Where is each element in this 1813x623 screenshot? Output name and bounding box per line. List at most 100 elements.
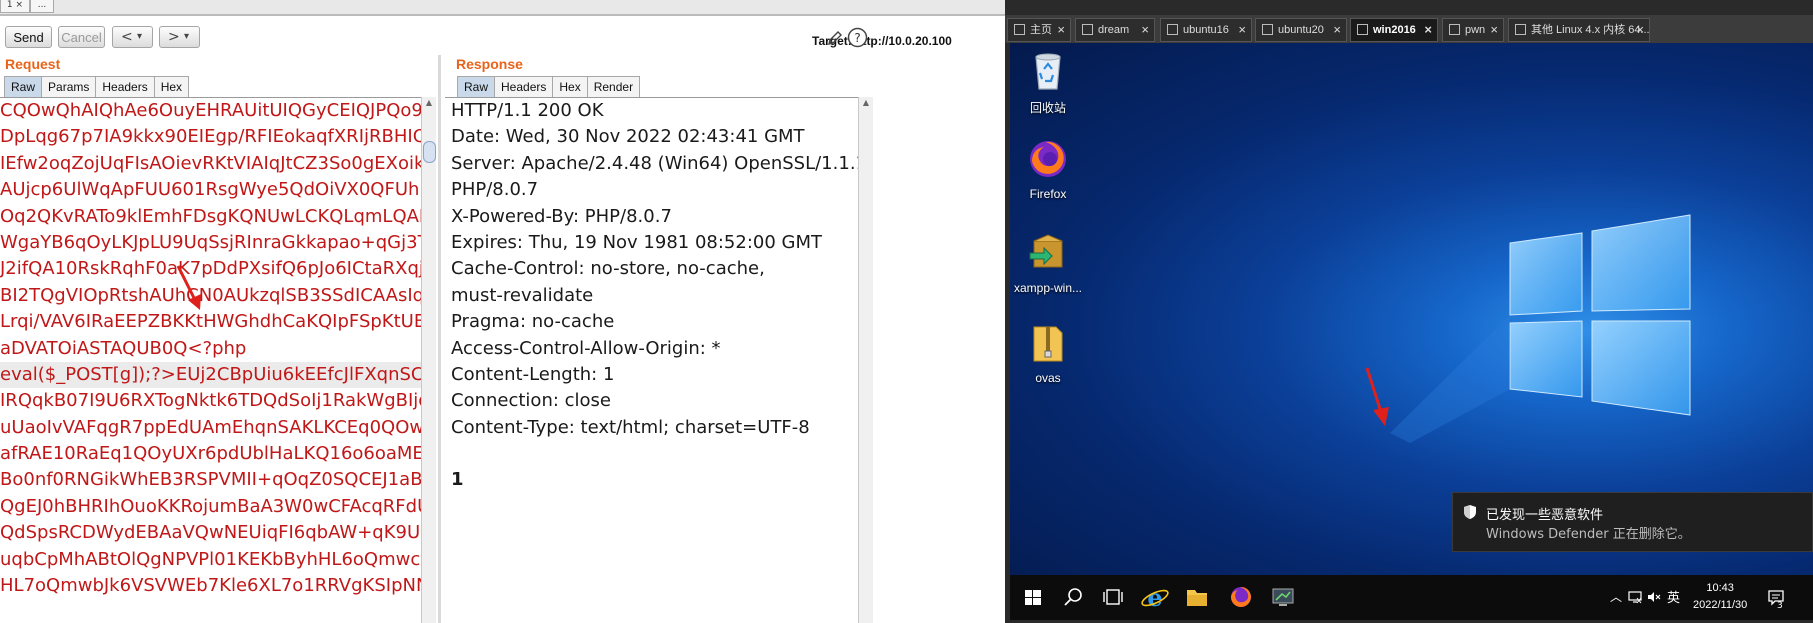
- response-line: 1: [451, 469, 464, 491]
- defender-notification[interactable]: 已发现一些恶意软件 Windows Defender 正在删除它。: [1452, 492, 1813, 552]
- request-line: QgEJ0hBHRIhOuoKKRojumBaA3W0wCFAcqRFdU60: [0, 495, 421, 517]
- internet-explorer-icon[interactable]: e: [1132, 575, 1178, 620]
- vm-window: 主页 × dream × ubuntu16 × ubuntu20 × win2016 × pwn × 其…: [1005, 0, 1813, 623]
- repeater-tab-1[interactable]: 1 ×: [0, 0, 30, 13]
- desktop-icon-firefox[interactable]: Firefox: [1010, 137, 1088, 201]
- send-button[interactable]: Send: [5, 26, 52, 48]
- windows-logo-wallpaper-icon: [1390, 214, 1691, 443]
- desktop-icon-recycle-bin[interactable]: 回收站: [1010, 49, 1088, 116]
- response-line: Connection: close: [451, 390, 611, 412]
- response-line: [445, 441, 858, 467]
- request-line: BI2TQgVIOpRtshAUhCN0AUkzqlSB3SSdICAAsIq+…: [0, 284, 421, 306]
- request-line: CQOwQhAIQhAe6OuyEHRAUitUIQGyCEIQJPQo9Ek: [0, 100, 421, 121]
- response-tab-raw[interactable]: Raw: [457, 76, 496, 97]
- vm-tab[interactable]: win2016 ×: [1350, 18, 1438, 42]
- request-line: IRQqkB07I9U6RXTogNktk6TDQdSoIj1RakWgBIjq…: [0, 390, 421, 412]
- request-line: uqbCpMhABtOlQgNPVPl01KEKbByhHL6oQmwcvd: [0, 548, 421, 570]
- response-tab-render[interactable]: Render: [586, 76, 641, 97]
- repeater-tab-more[interactable]: ...: [30, 0, 54, 13]
- clock[interactable]: 10:43 2022/11/30: [1693, 580, 1747, 614]
- vm-tab[interactable]: ubuntu20 ×: [1255, 18, 1347, 42]
- vm-tab-label: win2016: [1373, 24, 1416, 36]
- request-tab-params[interactable]: Params: [41, 76, 97, 97]
- network-icon[interactable]: [1627, 589, 1643, 605]
- file-explorer-icon[interactable]: [1174, 575, 1220, 620]
- vm-icon: [1082, 24, 1093, 35]
- response-line: Access-Control-Allow-Origin: *: [451, 337, 721, 359]
- request-scrollbar[interactable]: ▲: [421, 97, 436, 623]
- request-line: DpLqg67p7IA9kkx90EIEgp/RFIEokaqfXRIjRBHI…: [0, 126, 421, 148]
- close-icon[interactable]: ×: [1424, 19, 1432, 41]
- request-line: aDVATOiASTAQUB0Q<?php: [0, 337, 247, 359]
- task-view-icon[interactable]: [1090, 575, 1136, 620]
- recycle-bin-icon: [1035, 53, 1061, 90]
- svg-text:?: ?: [854, 31, 860, 45]
- windows-taskbar: e ︿ 英 10:43 2022/11/30 3: [1010, 575, 1813, 620]
- vm-tab-bar: 主页 × dream × ubuntu16 × ubuntu20 × win2016 × pwn × 其…: [1005, 15, 1813, 43]
- vm-tab-label: 其他 Linux 4.x 内核 64...: [1531, 24, 1650, 36]
- request-tab-headers[interactable]: Headers: [95, 76, 155, 97]
- close-icon[interactable]: ×: [1636, 19, 1644, 41]
- show-hidden-icons-chevron-icon[interactable]: ︿: [1610, 588, 1622, 605]
- burp-repeater-window: 1 × ... Send Cancel < ▾ > ▾ Target: http…: [0, 0, 1005, 623]
- request-title: Request: [5, 56, 61, 72]
- request-tab-hex[interactable]: Hex: [153, 76, 190, 97]
- remote-desktop-icon[interactable]: [1260, 575, 1306, 620]
- vm-icon: [1167, 24, 1178, 35]
- request-line: Oq2QKvRATo9klEmhFDsgKQNUwLCKQLqmLQAN0: [0, 205, 421, 227]
- vm-tab[interactable]: 主页 ×: [1007, 18, 1071, 42]
- back-button[interactable]: < ▾: [112, 26, 153, 48]
- ime-indicator[interactable]: 英: [1667, 587, 1680, 606]
- request-line: AUjcp6UlWqApFUU601RsgWye5QdOiVX0QFUhHV: [0, 179, 421, 201]
- panel-splitter[interactable]: [438, 55, 441, 623]
- edit-pencil-icon[interactable]: [826, 29, 844, 47]
- firefox-taskbar-icon[interactable]: [1218, 575, 1264, 620]
- request-line: afRAE10RaEq1QOyUXr6pdUblHaLKQ16o6oaMElNR: [0, 443, 421, 465]
- request-scroll-thumb[interactable]: [423, 141, 436, 163]
- vm-tab[interactable]: pwn ×: [1442, 18, 1504, 42]
- recycle-bin-label: 回收站: [1029, 101, 1066, 115]
- response-line: Date: Wed, 30 Nov 2022 02:43:41 GMT: [451, 126, 805, 148]
- request-line: Lrqi/VAV6IRaEEPZBKKtHWGhdhCaKQIpFSpKtUBt…: [0, 311, 421, 333]
- request-editor[interactable]: CQOwQhAIQhAe6OuyEHRAUitUIQGyCEIQJPQo9Ek D…: [0, 97, 421, 623]
- close-icon[interactable]: ×: [1333, 19, 1341, 41]
- back-arrow-icon: <: [121, 29, 133, 45]
- desktop-icon-xampp[interactable]: xampp-win...: [1010, 231, 1088, 295]
- firefox-label: Firefox: [1029, 187, 1067, 201]
- response-editor[interactable]: HTTP/1.1 200 OK Date: Wed, 30 Nov 2022 02…: [445, 97, 858, 623]
- forward-dropdown-icon[interactable]: ▾: [184, 27, 189, 47]
- scroll-up-icon[interactable]: ▲: [422, 97, 436, 109]
- close-icon[interactable]: ×: [1490, 19, 1498, 41]
- windows-desktop[interactable]: 回收站 Firefox xampp-win... ovas 已发现一些恶意软件 …: [1010, 43, 1813, 575]
- vm-tab-label: 主页: [1030, 24, 1052, 36]
- vm-icon: [1515, 24, 1526, 35]
- home-icon: [1014, 24, 1025, 35]
- back-dropdown-icon[interactable]: ▾: [137, 27, 142, 47]
- zip-folder-icon: [1033, 326, 1063, 362]
- help-icon[interactable]: ?: [847, 27, 868, 48]
- cancel-button[interactable]: Cancel: [58, 26, 105, 48]
- response-line: Expires: Thu, 19 Nov 1981 08:52:00 GMT: [451, 231, 822, 253]
- close-icon[interactable]: ×: [1141, 19, 1149, 41]
- vm-tab[interactable]: dream ×: [1075, 18, 1155, 42]
- close-icon[interactable]: ×: [1057, 19, 1065, 41]
- request-line: QdSpsRCDWydEBAaVQwNEUiqFI6qbAW+qK9UBFe: [0, 522, 421, 544]
- request-tab-raw[interactable]: Raw: [4, 76, 43, 97]
- vm-icon: [1449, 24, 1460, 35]
- response-tab-headers[interactable]: Headers: [494, 76, 554, 97]
- volume-muted-icon[interactable]: [1646, 589, 1662, 605]
- response-tab-hex[interactable]: Hex: [552, 76, 588, 97]
- scroll-up-icon[interactable]: ▲: [859, 97, 873, 109]
- vm-tab-label: dream: [1098, 24, 1130, 36]
- forward-button[interactable]: > ▾: [159, 26, 200, 48]
- response-scrollbar[interactable]: ▲: [858, 97, 873, 623]
- vm-tab[interactable]: 其他 Linux 4.x 内核 64... ×: [1508, 18, 1650, 42]
- notification-count-badge: 3: [1777, 601, 1783, 611]
- response-title: Response: [456, 56, 523, 72]
- clock-date: 2022/11/30: [1693, 599, 1748, 611]
- request-line: J2ifQA10RskRqhF0aK7pDdPXsifQ6pJo6ICtaRXq…: [0, 258, 421, 280]
- vm-tab[interactable]: ubuntu16 ×: [1160, 18, 1252, 42]
- desktop-icon-ovas[interactable]: ovas: [1010, 321, 1088, 385]
- request-line: HL7oQmwbJk6VSVWEb7Kle6XL7o1RRVgKSIpNNNq: [0, 575, 421, 597]
- close-icon[interactable]: ×: [1238, 19, 1246, 41]
